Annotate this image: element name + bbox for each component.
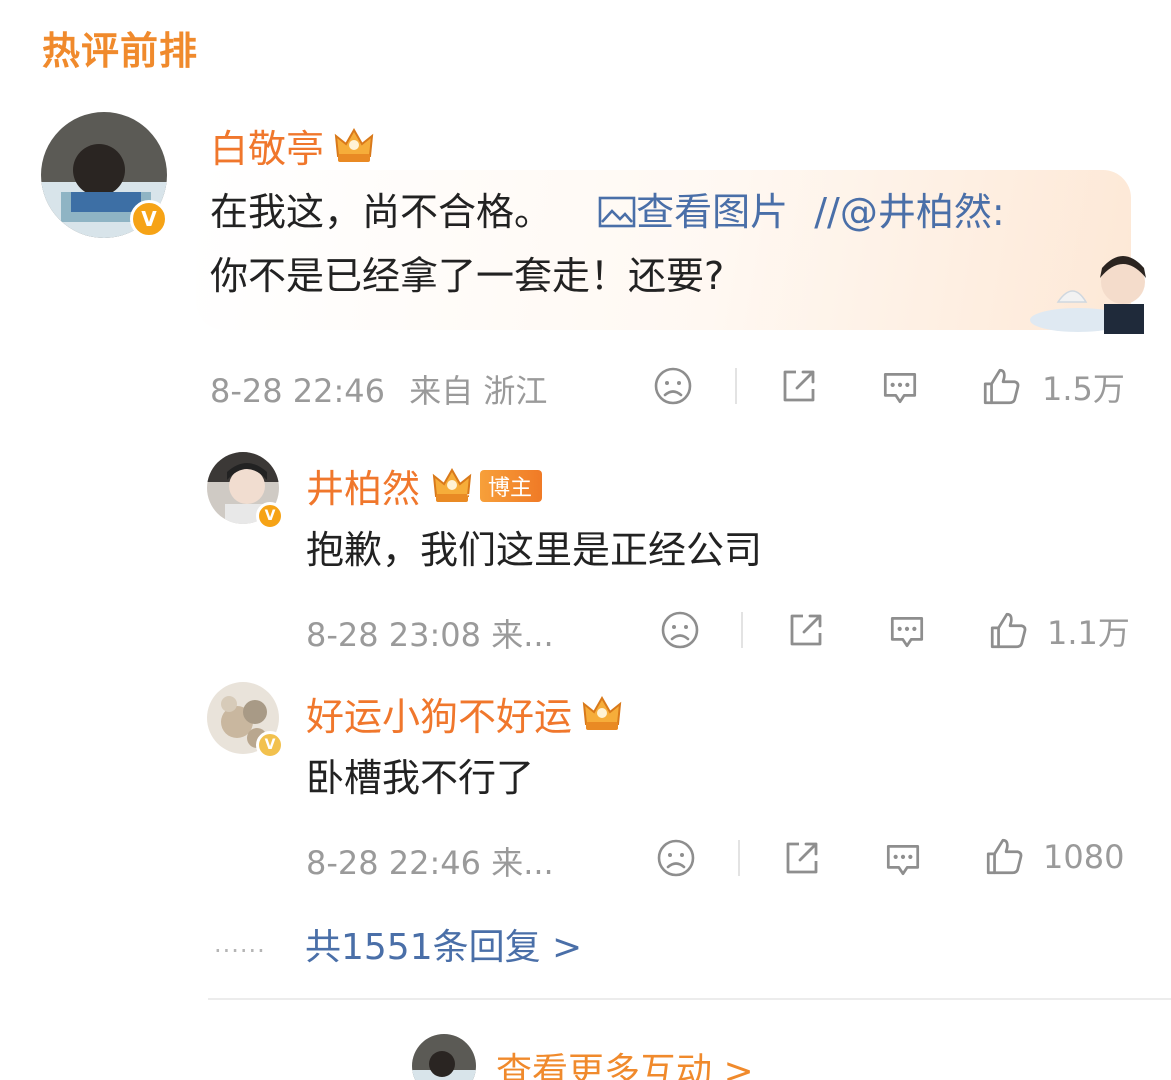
picture-icon <box>598 196 636 228</box>
svg-text:10: 10 <box>466 492 481 506</box>
username-text[interactable]: 好运小狗不好运 <box>306 686 572 741</box>
verified-badge-icon: V <box>130 200 168 238</box>
view-more-interactions-link[interactable]: 查看更多互动 > <box>496 1042 754 1080</box>
comment-icon[interactable] <box>882 838 924 880</box>
divider <box>741 612 743 648</box>
crown-icon: 10 <box>433 468 481 506</box>
view-image-label[interactable]: 查看图片 <box>636 190 788 234</box>
like-button[interactable]: 1.1万 <box>987 608 1130 654</box>
section-title: 热评前排 <box>42 29 199 73</box>
comment-meta: 8-28 22:46 来自 浙江 <box>210 366 547 412</box>
verified-badge-icon: V <box>256 731 284 759</box>
dislike-icon[interactable] <box>656 838 696 878</box>
like-icon[interactable] <box>983 836 1025 878</box>
reply-meta: 8-28 23:08 来... <box>306 616 554 654</box>
blogger-tag: 博主 <box>480 469 543 502</box>
comment-timestamp: 8-28 22:46 <box>210 372 386 410</box>
comment-icon[interactable] <box>886 610 928 652</box>
like-button[interactable]: 1080 <box>983 836 1124 878</box>
like-icon[interactable] <box>980 366 1022 408</box>
reply-text: 卧槽我不行了 <box>306 756 535 800</box>
divider <box>208 998 1171 1000</box>
share-icon[interactable] <box>786 610 826 650</box>
comment-source: 来自 浙江 <box>409 372 548 410</box>
share-icon[interactable] <box>779 366 819 406</box>
like-button[interactable]: 1.5万 <box>980 364 1125 410</box>
dislike-icon[interactable] <box>653 366 693 406</box>
comment-text: 在我这，尚不合格。 查看图片 //@井柏然: <box>210 180 1005 244</box>
avatar-image <box>412 1034 476 1080</box>
avatar <box>412 1034 476 1080</box>
username-text[interactable]: 井柏然 <box>306 458 420 513</box>
ellipsis-dots: ...... <box>214 930 266 958</box>
comment-icon[interactable] <box>879 366 921 408</box>
view-all-replies-link[interactable]: 共1551条回复 > <box>305 918 582 970</box>
svg-text:9: 9 <box>374 152 382 166</box>
divider <box>738 840 740 876</box>
crown-icon: 9 <box>335 128 382 166</box>
divider <box>735 368 737 404</box>
comment-text-line2: 你不是已经拿了一套走！还要? <box>210 254 725 298</box>
reply-meta: 8-28 22:46 来... <box>306 844 554 882</box>
comment-text-part1: 在我这，尚不合格。 <box>210 190 553 234</box>
repost-mention-link[interactable]: //@井柏然: <box>814 190 1004 234</box>
reply-text: 抱歉，我们这里是正经公司 <box>306 528 763 572</box>
like-count: 1.1万 <box>1047 614 1130 652</box>
reply-username[interactable]: 好运小狗不好运 6 <box>306 686 634 741</box>
crown-icon: 6 <box>583 696 630 734</box>
share-icon[interactable] <box>782 838 822 878</box>
view-image-link[interactable]: 查看图片 <box>598 190 800 234</box>
like-count: 1.5万 <box>1042 370 1125 408</box>
like-icon[interactable] <box>987 610 1029 652</box>
verified-badge-icon: V <box>256 502 284 530</box>
like-count: 1080 <box>1043 838 1125 876</box>
comment-username[interactable]: 白敬亭 9 <box>210 118 386 173</box>
reply-username[interactable]: 井柏然 10 博主 <box>306 458 543 513</box>
dislike-icon[interactable] <box>660 610 700 650</box>
username-text[interactable]: 白敬亭 <box>210 118 324 173</box>
svg-text:6: 6 <box>622 720 630 734</box>
avatar-sticker-decoration <box>1030 256 1146 334</box>
